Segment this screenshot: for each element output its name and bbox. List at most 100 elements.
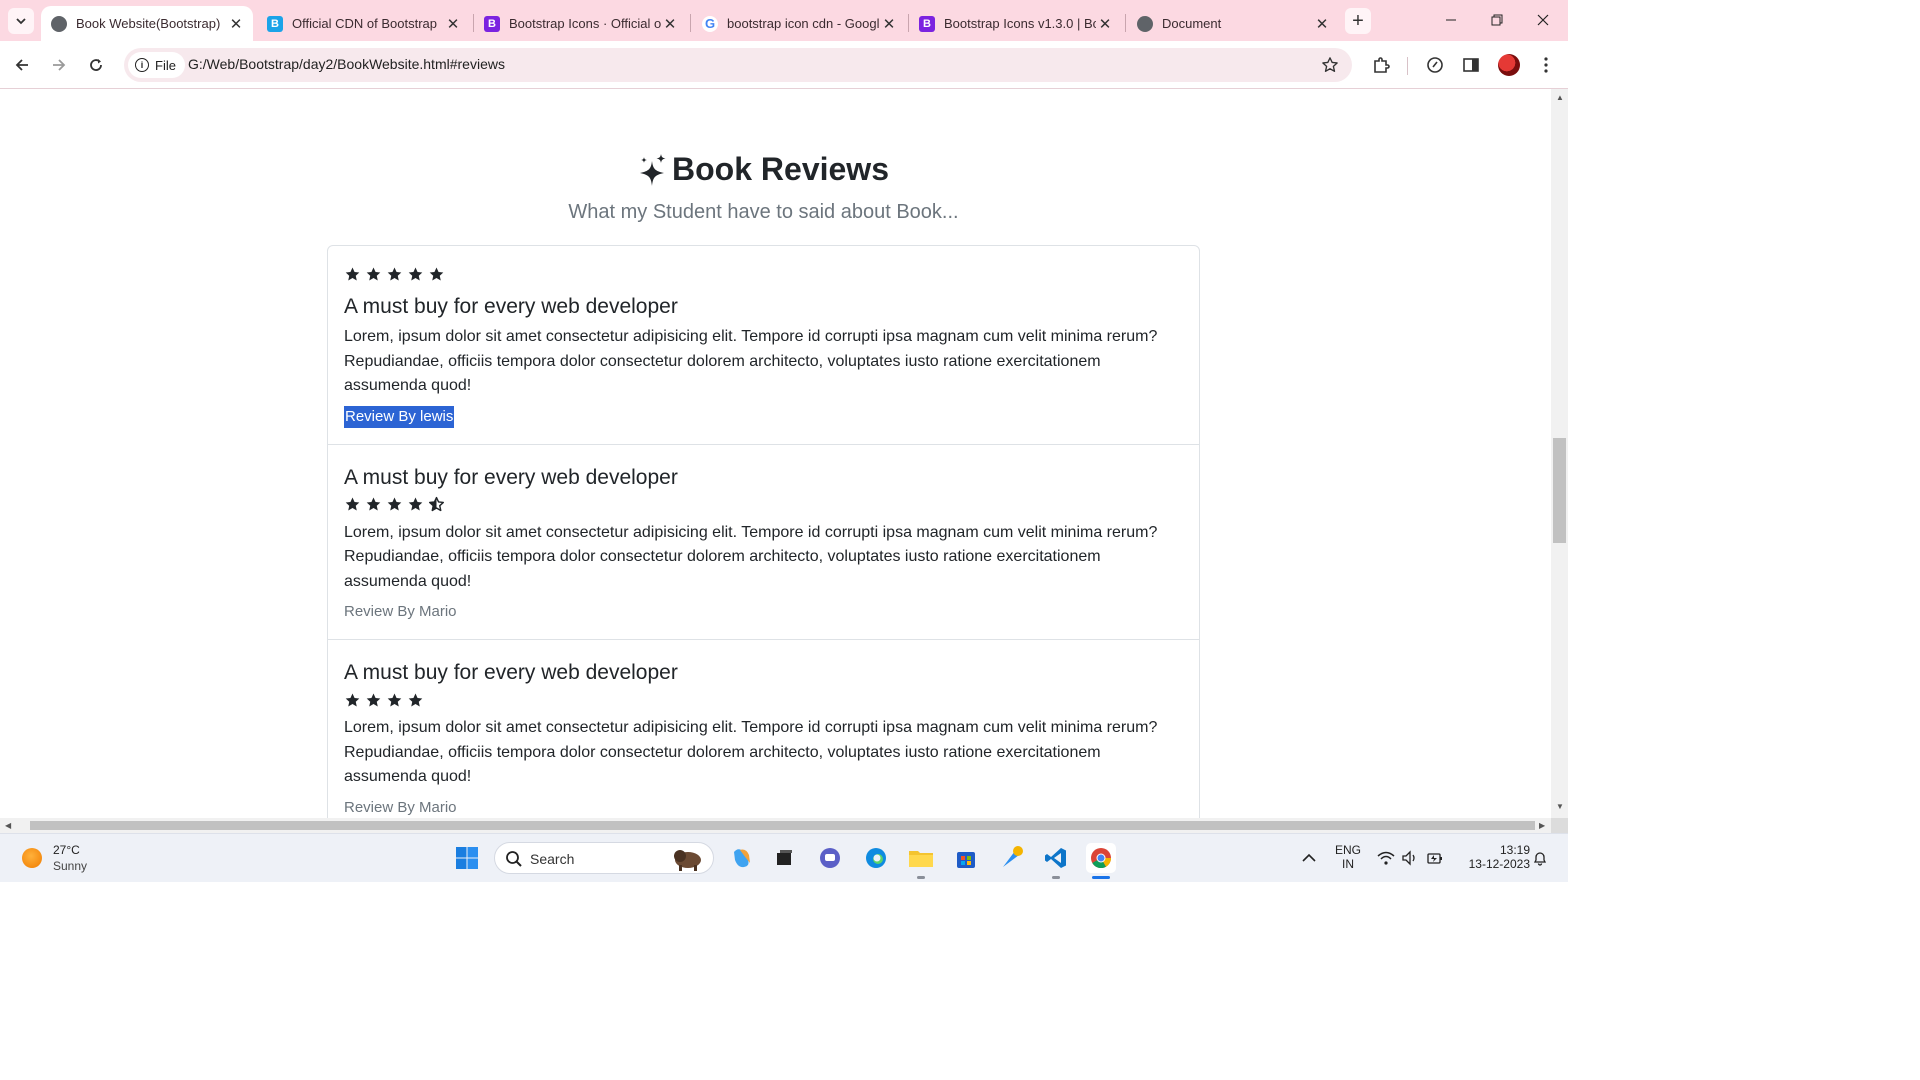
tab-close-icon[interactable]: ✕: [661, 15, 679, 33]
site-chip-label: File: [155, 57, 176, 73]
page-viewport: Book Reviews What my Student have to sai…: [0, 89, 1551, 818]
file-explorer-app[interactable]: [907, 844, 935, 872]
horizontal-scrollbar[interactable]: ◀ ▶: [0, 818, 1551, 833]
search-icon: [506, 851, 522, 867]
tab-strip: Book Website(Bootstrap) ✕ B Official CDN…: [0, 0, 1568, 41]
site-info-chip[interactable]: i File: [128, 52, 185, 78]
rating-stars: [344, 495, 1183, 515]
url-text[interactable]: G:/Web/Bootstrap/day2/BookWebsite.html#r…: [188, 56, 505, 72]
speaker-icon: [1402, 850, 1415, 866]
tab-close-icon[interactable]: ✕: [227, 15, 245, 33]
tab-bootstrap-cdn[interactable]: B Official CDN of Bootstrap ✕: [257, 6, 470, 41]
clock-time: 13:19: [1499, 843, 1530, 857]
forward-button[interactable]: [45, 51, 73, 79]
scroll-right-arrow-icon[interactable]: ▶: [1539, 821, 1545, 830]
extensions-button[interactable]: [1368, 52, 1394, 78]
reload-icon: [90, 59, 102, 71]
star-fill-icon: [345, 267, 360, 280]
mail-app[interactable]: [998, 844, 1026, 872]
battery-status[interactable]: [1421, 844, 1449, 872]
star-fill-icon: [366, 693, 381, 706]
clock-date: 13-12-2023: [1468, 857, 1530, 871]
edge-icon: [866, 848, 886, 868]
review-body: Lorem, ipsum dolor sit amet consectetur …: [344, 523, 1158, 590]
weather-temp: 27°C: [53, 843, 80, 857]
review-item: A must buy for every web developer Lorem…: [328, 640, 1199, 818]
scrollbar-corner: [1551, 818, 1568, 833]
minimize-button[interactable]: [1428, 6, 1474, 34]
wifi-icon: [1377, 851, 1395, 865]
active-indicator: [1092, 876, 1110, 879]
star-fill-icon: [366, 267, 381, 280]
tab-bootstrap-blog[interactable]: B Bootstrap Icons v1.3.0 | Bootstrap Blo…: [909, 6, 1122, 41]
reviews-list: A must buy for every web developer Lorem…: [327, 245, 1200, 818]
star-fill-icon: [345, 693, 360, 706]
new-tab-button[interactable]: +: [1345, 8, 1371, 34]
bootstrap-favicon-icon: B: [484, 15, 500, 32]
performance-button[interactable]: [1422, 52, 1448, 78]
globe-icon: [51, 15, 67, 32]
toolbar-separator: [1407, 57, 1408, 75]
running-indicator: [917, 876, 925, 879]
paint-brush-icon: [1003, 846, 1023, 867]
horizontal-scroll-thumb[interactable]: [30, 821, 1535, 830]
globe-icon: [1137, 15, 1153, 32]
start-button[interactable]: [453, 844, 481, 872]
vscode-app[interactable]: [1042, 844, 1070, 872]
tab-document[interactable]: Document ✕: [1127, 6, 1339, 41]
plus-icon: +: [1352, 9, 1364, 32]
tab-bootstrap-icons[interactable]: B Bootstrap Icons · Official open source…: [474, 6, 687, 41]
task-view-app[interactable]: [770, 844, 798, 872]
reviews-header: Book Reviews: [0, 151, 1527, 192]
tab-close-icon[interactable]: ✕: [1096, 15, 1114, 33]
rating-stars: [344, 690, 1183, 710]
scroll-left-arrow-icon[interactable]: ◀: [5, 821, 11, 830]
vertical-scrollbar[interactable]: ▲ ▼: [1551, 89, 1568, 818]
chat-icon: [820, 848, 840, 868]
star-fill-icon: [387, 267, 402, 280]
language-indicator[interactable]: ENG IN: [1330, 843, 1366, 871]
vscode-icon: [1045, 848, 1066, 868]
back-button[interactable]: [8, 51, 36, 79]
star-fill-icon: [387, 693, 402, 706]
copilot-icon: [734, 849, 750, 868]
edge-app[interactable]: [862, 844, 890, 872]
notifications-button[interactable]: [1526, 844, 1554, 872]
taskbar-search[interactable]: Search: [494, 842, 714, 874]
close-icon: [1537, 14, 1549, 26]
vertical-scroll-thumb[interactable]: [1553, 438, 1566, 543]
profile-button[interactable]: [1496, 52, 1522, 78]
chrome-app[interactable]: [1086, 843, 1116, 873]
tab-search-button[interactable]: [8, 8, 34, 34]
bookmark-star-button[interactable]: [1318, 53, 1342, 77]
side-panel-icon: [1463, 58, 1479, 72]
address-bar[interactable]: i File G:/Web/Bootstrap/day2/BookWebsite…: [124, 48, 1352, 82]
store-app[interactable]: [952, 844, 980, 872]
close-window-button[interactable]: [1520, 6, 1566, 34]
arrow-left-icon: [15, 59, 28, 71]
sun-icon: [22, 848, 42, 868]
star-fill-icon: [408, 693, 423, 706]
clock[interactable]: 13:19 13-12-2023: [1454, 843, 1530, 871]
reload-button[interactable]: [82, 51, 110, 79]
volume-status[interactable]: [1396, 844, 1424, 872]
google-icon: G: [702, 15, 718, 32]
language-region: IN: [1342, 857, 1354, 871]
scroll-down-arrow-icon[interactable]: ▼: [1556, 802, 1564, 811]
copilot-app[interactable]: [728, 844, 756, 872]
teams-chat-app[interactable]: [816, 844, 844, 872]
tab-book-website[interactable]: Book Website(Bootstrap) ✕: [41, 6, 253, 41]
more-vertical-icon: [1544, 57, 1548, 73]
tab-separator: [690, 14, 691, 32]
side-panel-button[interactable]: [1458, 52, 1484, 78]
scroll-up-arrow-icon[interactable]: ▲: [1556, 93, 1564, 102]
tab-google-search[interactable]: G bootstrap icon cdn - Google Search ✕: [692, 6, 906, 41]
windows-icon: [456, 847, 478, 869]
bootstrap-favicon-icon: B: [919, 15, 935, 32]
restore-button[interactable]: [1474, 6, 1520, 34]
tab-close-icon[interactable]: ✕: [1313, 15, 1331, 33]
show-hidden-icons-button[interactable]: [1295, 844, 1323, 872]
tab-close-icon[interactable]: ✕: [880, 15, 898, 33]
tab-close-icon[interactable]: ✕: [444, 15, 462, 33]
browser-menu-button[interactable]: [1533, 52, 1559, 78]
